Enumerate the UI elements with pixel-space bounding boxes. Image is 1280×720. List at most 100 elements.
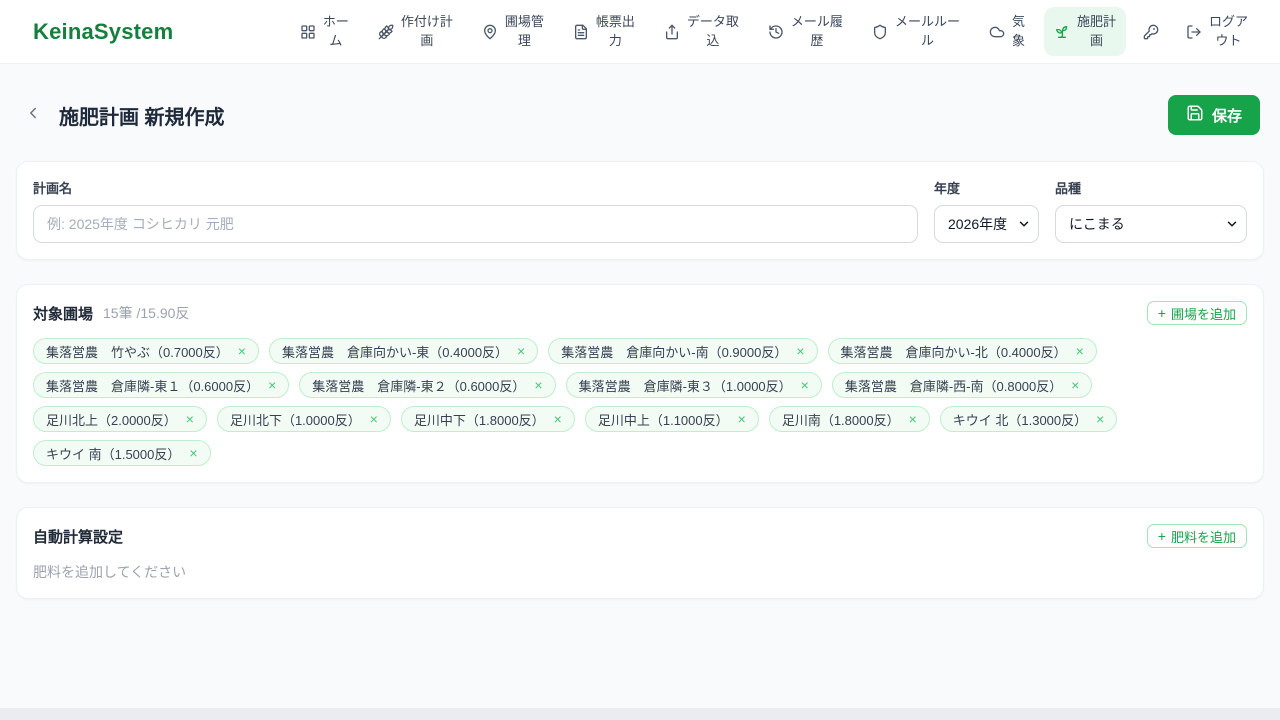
close-icon[interactable]: × <box>517 344 525 358</box>
nav-item-key[interactable] <box>1135 18 1167 46</box>
nav-items: ホー ム 作付け計 画 圃場管 理 帳票出 力 データ取 込 メール履 歴 メー… <box>290 6 1258 57</box>
add-fertilizer-button-label: 肥料を追加 <box>1170 529 1236 545</box>
close-icon[interactable]: × <box>554 412 562 426</box>
close-icon[interactable]: × <box>268 378 276 392</box>
back-button[interactable] <box>20 102 46 128</box>
chevron-left-icon <box>24 104 42 127</box>
auto-calc-title: 自動計算設定 <box>33 528 124 546</box>
field-chip-label: 集落営農 倉庫隣-東３（1.0000反） <box>578 378 792 394</box>
main-content: 施肥計画 新規作成 保存 計画名 年度 2026年度 品種 <box>0 95 1280 599</box>
close-icon[interactable]: × <box>1096 412 1104 426</box>
nav-item-label: ホー ム <box>322 13 349 48</box>
top-navigation: KeinaSystem ホー ム 作付け計 画 圃場管 理 帳票出 力 データ取… <box>0 0 1280 64</box>
field-chip-label: 集落営農 倉庫向かい-北（0.4000反） <box>840 344 1067 360</box>
save-button[interactable]: 保存 <box>1167 95 1260 135</box>
year-label: 年度 <box>934 181 961 196</box>
nav-item-mail-rules[interactable]: メールルー ル <box>862 7 970 57</box>
save-icon <box>1186 104 1204 126</box>
field-chip-label: キウイ 南（1.5000反） <box>46 446 181 462</box>
nav-item-label: 圃場管 理 <box>504 13 544 48</box>
close-icon[interactable]: × <box>186 412 194 426</box>
close-icon[interactable]: × <box>801 378 809 392</box>
auto-calc-card: 自動計算設定 + 肥料を追加 肥料を追加してください <box>16 507 1264 599</box>
nav-item-home[interactable]: ホー ム <box>290 7 359 57</box>
nav-item-label: データ取 込 <box>686 13 739 48</box>
close-icon[interactable]: × <box>796 344 804 358</box>
nav-item-label: メール履 歴 <box>790 13 843 48</box>
plan-name-input[interactable] <box>33 205 918 243</box>
field-chip-label: 集落営農 倉庫向かい-南（0.9000反） <box>561 344 788 360</box>
add-fertilizer-button[interactable]: + 肥料を追加 <box>1146 524 1247 548</box>
nav-item-mail-history[interactable]: メール履 歴 <box>758 7 853 57</box>
close-icon[interactable]: × <box>238 344 246 358</box>
variety-select[interactable]: にこまる <box>1055 205 1247 243</box>
nav-item-planting-plan[interactable]: 作付け計 画 <box>368 7 463 57</box>
close-icon[interactable]: × <box>1071 378 1079 392</box>
field-chip: キウイ 北（1.3000反） × <box>939 406 1118 432</box>
add-field-button-label: 圃場を追加 <box>1170 306 1236 322</box>
cloud-icon <box>989 24 1005 40</box>
upload-icon <box>664 24 680 40</box>
field-chip-label: 集落営農 竹やぶ（0.7000反） <box>46 344 229 360</box>
field-chip-label: 集落営農 倉庫隣-西-南（0.8000反） <box>844 378 1063 394</box>
field-chip: 集落営農 倉庫向かい-南（0.9000反） × <box>548 338 818 364</box>
history-icon <box>768 24 784 40</box>
field-chip: 集落営農 倉庫隣-東３（1.0000反） × <box>565 372 822 398</box>
plus-icon: + <box>1157 528 1166 544</box>
field-chip-label: 足川北下（1.0000反） <box>229 412 361 428</box>
nav-item-label: ログア ウト <box>1208 13 1248 48</box>
nav-item-weather[interactable]: 気 象 <box>979 7 1035 57</box>
field-chip: 足川中下（1.8000反） × <box>400 406 575 432</box>
nav-item-logout[interactable]: ログア ウト <box>1176 7 1258 57</box>
nav-item-field-management[interactable]: 圃場管 理 <box>472 7 554 57</box>
shield-icon <box>872 24 888 40</box>
nav-item-data-import[interactable]: データ取 込 <box>654 7 749 57</box>
close-icon[interactable]: × <box>189 446 197 460</box>
nav-item-label: 施肥計 画 <box>1076 13 1116 48</box>
target-fields-summary: 15筆 /15.90反 <box>103 305 190 321</box>
add-field-button[interactable]: + 圃場を追加 <box>1146 301 1247 325</box>
nav-item-report-output[interactable]: 帳票出 力 <box>563 7 645 57</box>
field-chip: キウイ 南（1.5000反） × <box>33 440 211 466</box>
close-icon[interactable]: × <box>370 412 378 426</box>
field-chip: 足川北下（1.0000反） × <box>216 406 391 432</box>
page-bottom-strip <box>0 708 1280 720</box>
field-chip-label: 集落営農 倉庫隣-東２（0.6000反） <box>312 378 526 394</box>
close-icon[interactable]: × <box>909 412 917 426</box>
plus-icon: + <box>1157 305 1166 321</box>
logout-icon <box>1186 24 1202 40</box>
field-chip: 足川中上（1.1000反） × <box>584 406 759 432</box>
page-header: 施肥計画 新規作成 保存 <box>20 95 1260 135</box>
field-chip-list: 集落営農 竹やぶ（0.7000反） × 集落営農 倉庫向かい-東（0.4000反）… <box>33 338 1247 466</box>
field-chip-label: 足川中上（1.1000反） <box>597 412 729 428</box>
close-icon[interactable]: × <box>534 378 542 392</box>
nav-item-label: 帳票出 力 <box>595 13 635 48</box>
close-icon[interactable]: × <box>738 412 746 426</box>
target-fields-card: 対象圃場 15筆 /15.90反 + 圃場を追加 集落営農 竹やぶ（0.7000… <box>16 284 1264 483</box>
field-chip: 足川北上（2.0000反） × <box>33 406 207 432</box>
map-pin-icon <box>482 24 498 40</box>
page-title: 施肥計画 新規作成 <box>59 106 225 129</box>
field-chip: 集落営農 倉庫隣-西-南（0.8000反） × <box>831 372 1093 398</box>
document-icon <box>573 24 589 40</box>
save-button-label: 保存 <box>1211 107 1242 125</box>
sprout-icon <box>1054 24 1070 40</box>
field-chip-label: 足川南（1.8000反） <box>781 412 900 428</box>
field-chip: 集落営農 倉庫隣-東１（0.6000反） × <box>33 372 290 398</box>
close-icon[interactable]: × <box>1076 344 1084 358</box>
field-chip: 集落営農 倉庫隣-東２（0.6000反） × <box>299 372 556 398</box>
nav-item-fertilization-plan[interactable]: 施肥計 画 <box>1043 6 1126 57</box>
fertilizer-empty-text: 肥料を追加してください <box>33 564 187 580</box>
grid-icon <box>300 24 316 40</box>
field-chip: 集落営農 竹やぶ（0.7000反） × <box>33 338 259 364</box>
field-chip-label: 足川北上（2.0000反） <box>46 412 177 428</box>
year-select[interactable]: 2026年度 <box>934 205 1039 243</box>
field-chip-label: 集落営農 倉庫向かい-東（0.4000反） <box>281 344 509 360</box>
field-chip: 足川南（1.8000反） × <box>768 406 930 432</box>
key-icon <box>1143 24 1159 40</box>
field-chip-label: 足川中下（1.8000反） <box>413 412 545 428</box>
field-chip-label: 集落営農 倉庫隣-東１（0.6000反） <box>46 378 260 394</box>
nav-item-label: メールルー ル <box>894 13 960 48</box>
variety-label: 品種 <box>1055 181 1082 196</box>
plan-name-label: 計画名 <box>33 181 73 196</box>
